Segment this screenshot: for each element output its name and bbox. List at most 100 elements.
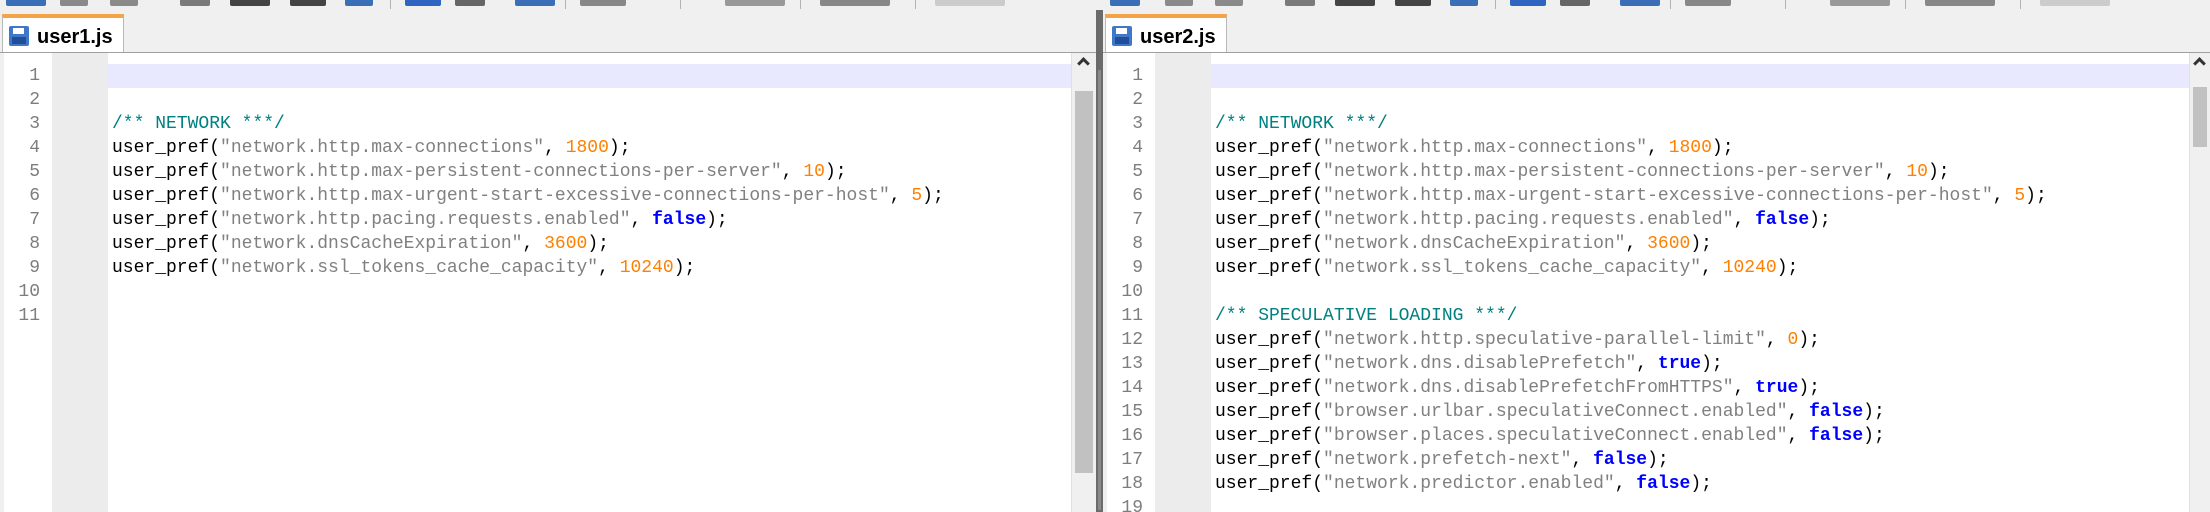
scroll-up-arrow-icon[interactable] <box>2193 57 2206 70</box>
scroll-up-arrow-icon[interactable] <box>1077 57 1090 70</box>
code-line[interactable]: user_pref("network.dns.disablePrefetchFr… <box>1211 376 2190 400</box>
toolbar-icon[interactable] <box>1285 0 1315 6</box>
toolbar-icon[interactable] <box>580 0 626 6</box>
code-token: 0 <box>1787 330 1799 350</box>
fold-margin[interactable] <box>1155 53 1211 512</box>
code-token: 1800 <box>565 138 609 158</box>
code-area[interactable]: /** NETWORK ***/user_pref("network.http.… <box>108 64 1072 328</box>
code-line[interactable]: /** NETWORK ***/ <box>1211 112 2190 136</box>
toolbar-icon[interactable] <box>6 0 46 6</box>
code-line[interactable] <box>1211 496 2190 512</box>
current-code-line[interactable] <box>108 64 1072 88</box>
line-number: 5 <box>29 162 40 182</box>
toolbar-icon[interactable] <box>935 0 1005 6</box>
toolbar-icon[interactable] <box>1560 0 1590 6</box>
toolbar-icon[interactable] <box>1335 0 1375 6</box>
code-line[interactable]: user_pref("network.http.speculative-para… <box>1211 328 2190 352</box>
toolbar-icon[interactable] <box>405 0 441 6</box>
tab-bar: user1.js <box>0 10 1096 53</box>
code-line[interactable] <box>1211 280 2190 304</box>
code-token: "network.http.speculative-parallel-limit… <box>1323 330 1766 350</box>
toolbar-icon[interactable] <box>1925 0 1995 6</box>
fold-margin[interactable] <box>52 53 108 512</box>
pane-splitter[interactable] <box>1096 10 1103 512</box>
toolbar-icon[interactable] <box>1395 0 1431 6</box>
code-line[interactable]: user_pref("browser.urlbar.speculativeCon… <box>1211 400 2190 424</box>
line-number: 19 <box>1121 498 1143 512</box>
toolbar-icon[interactable] <box>1685 0 1731 6</box>
code-line[interactable]: user_pref("network.http.max-connections"… <box>1211 136 2190 160</box>
toolbar-icon[interactable] <box>455 0 485 6</box>
code-token: false <box>1755 210 1810 230</box>
code-line[interactable]: user_pref("network.ssl_tokens_cache_capa… <box>1211 256 2190 280</box>
toolbar-icon[interactable] <box>230 0 270 6</box>
toolbar-icon[interactable] <box>1450 0 1478 6</box>
toolbar-icon[interactable] <box>60 0 88 6</box>
code-line[interactable]: /** SPECULATIVE LOADING ***/ <box>1211 304 2190 328</box>
toolbar-icon[interactable] <box>290 0 326 6</box>
code-line[interactable]: user_pref("network.dns.disablePrefetch",… <box>1211 352 2190 376</box>
code-token: "browser.places.speculativeConnect.enabl… <box>1323 426 1788 446</box>
code-line[interactable]: user_pref("network.http.pacing.requests.… <box>108 208 1072 232</box>
toolbar-icon[interactable] <box>515 0 555 6</box>
line-number: 9 <box>1132 258 1143 278</box>
code-editor[interactable]: 1 2 3 4 5 6 7 8 9 10 11 12 13 14 15 16 17 18 19 /** NETWOR… <box>1107 53 2190 512</box>
toolbar-icon[interactable] <box>345 0 373 6</box>
current-code-line[interactable] <box>1211 64 2190 88</box>
splitter-grip[interactable] <box>1098 70 1101 510</box>
code-token: , <box>1625 234 1648 254</box>
code-token: false <box>1593 450 1648 470</box>
code-token: user_pref( <box>112 258 221 278</box>
scrollbar-thumb[interactable] <box>2193 87 2207 147</box>
tab-user2-js[interactable]: user2.js <box>1105 14 1227 52</box>
toolbar-icon[interactable] <box>1215 0 1243 6</box>
vertical-scrollbar[interactable] <box>2189 53 2210 512</box>
code-line[interactable]: user_pref("network.ssl_tokens_cache_capa… <box>108 256 1072 280</box>
code-token: , <box>1614 474 1637 494</box>
code-area[interactable]: /** NETWORK ***/user_pref("network.http.… <box>1211 64 2190 512</box>
code-token: , <box>781 162 804 182</box>
toolbar-icon[interactable] <box>1830 0 1890 6</box>
code-line[interactable] <box>1211 88 2190 112</box>
code-token: false <box>1636 474 1691 494</box>
code-token: "network.dns.disablePrefetchFromHTTPS" <box>1323 378 1734 398</box>
line-number-gutter: 1 2 3 4 5 6 7 8 9 10 11 12 13 14 15 16 17 18 19 <box>1107 64 1155 512</box>
toolbar-icon[interactable] <box>725 0 785 6</box>
code-editor[interactable]: 1 2 3 4 5 6 7 8 9 10 11 /** NETWORK ***/user_pref(… <box>4 53 1072 512</box>
code-line[interactable]: user_pref("network.dnsCacheExpiration", … <box>1211 232 2190 256</box>
code-token: ); <box>1776 258 1799 278</box>
code-line[interactable]: user_pref("browser.places.speculativeCon… <box>1211 424 2190 448</box>
code-token: , <box>1787 426 1810 446</box>
toolbar-icon[interactable] <box>180 0 210 6</box>
code-line[interactable]: user_pref("network.http.pacing.requests.… <box>1211 208 2190 232</box>
toolbar-icon[interactable] <box>1110 0 1140 6</box>
code-token: "network.http.max-persistent-connections… <box>220 162 782 182</box>
code-line[interactable] <box>108 304 1072 328</box>
code-line[interactable]: user_pref("network.http.max-urgent-start… <box>108 184 1072 208</box>
code-line[interactable] <box>108 88 1072 112</box>
code-line[interactable]: user_pref("network.predictor.enabled", f… <box>1211 472 2190 496</box>
toolbar-icon[interactable] <box>110 0 138 6</box>
code-line[interactable]: user_pref("network.http.max-urgent-start… <box>1211 184 2190 208</box>
code-token: ); <box>1798 330 1820 350</box>
toolbar-icon[interactable] <box>2040 0 2110 6</box>
code-line[interactable]: user_pref("network.http.max-connections"… <box>108 136 1072 160</box>
code-token: , <box>544 138 566 158</box>
toolbar-icon[interactable] <box>1510 0 1546 6</box>
toolbar-icon[interactable] <box>1620 0 1660 6</box>
vertical-scrollbar[interactable] <box>1071 53 1096 512</box>
toolbar-icon[interactable] <box>820 0 890 6</box>
line-number: 1 <box>1132 66 1143 86</box>
scrollbar-thumb[interactable] <box>1075 91 1093 473</box>
toolbar-icon[interactable] <box>1165 0 1193 6</box>
code-token: ); <box>1863 402 1885 422</box>
code-line[interactable] <box>108 280 1072 304</box>
code-line[interactable]: user_pref("network.dnsCacheExpiration", … <box>108 232 1072 256</box>
code-line[interactable]: user_pref("network.http.max-persistent-c… <box>108 160 1072 184</box>
toolbar-separator <box>680 0 681 9</box>
code-token: , <box>1884 162 1907 182</box>
code-line[interactable]: /** NETWORK ***/ <box>108 112 1072 136</box>
code-line[interactable]: user_pref("network.http.max-persistent-c… <box>1211 160 2190 184</box>
tab-user1-js[interactable]: user1.js <box>2 14 124 52</box>
code-line[interactable]: user_pref("network.prefetch-next", false… <box>1211 448 2190 472</box>
